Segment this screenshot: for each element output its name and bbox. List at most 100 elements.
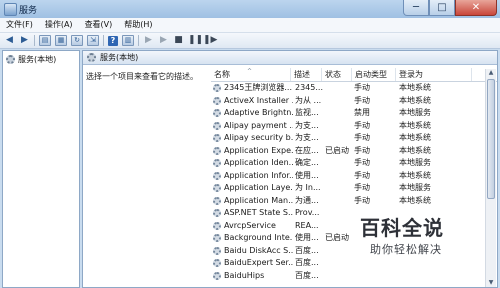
service-logon-cell: 本地系统 — [399, 195, 431, 205]
service-status-cell — [323, 107, 354, 120]
properties-icon[interactable]: ▦ — [55, 35, 67, 46]
tree-item-services-local[interactable]: 服务(本地) — [6, 54, 56, 65]
table-row[interactable]: BaiduHips 百度... — [211, 270, 497, 283]
table-row[interactable]: Adaptive Brightn... 监视... 禁用 本地服务 — [211, 107, 497, 120]
service-description-cell: 为 In... — [295, 183, 321, 192]
table-row[interactable]: Alipay security b... 为支... 手动 本地系统 — [211, 132, 497, 145]
service-description-cell: 为支... — [295, 120, 319, 130]
service-logon-cell: 本地系统 — [399, 170, 431, 180]
service-startup-cell: 禁用 — [354, 108, 370, 117]
service-name: BaiduHips — [224, 270, 265, 280]
service-logon-cell: 本地服务 — [399, 183, 431, 192]
service-gear-icon — [213, 84, 221, 93]
menu-file[interactable]: 文件(F) — [0, 18, 39, 32]
start-paused-icon[interactable]: ▶ — [158, 35, 169, 46]
gear-icon — [6, 55, 15, 64]
service-gear-icon — [213, 196, 221, 205]
scroll-up-icon[interactable]: ▲ — [487, 69, 495, 77]
service-status-cell — [323, 270, 354, 283]
service-name: Application Expe... — [224, 145, 293, 155]
table-row[interactable]: Application Laye... 为 In... 手动 本地服务 — [211, 182, 497, 195]
service-gear-icon — [213, 159, 221, 168]
scroll-down-icon[interactable]: ▼ — [487, 279, 495, 287]
service-name-cell: Application Laye... — [213, 182, 293, 195]
service-status-cell — [323, 95, 354, 108]
table-row[interactable]: Application Expe... 在应... 已启动 手动 本地系统 — [211, 145, 497, 158]
service-name: ASP.NET State S... — [224, 208, 293, 217]
stop-service-icon[interactable]: ■ — [173, 35, 184, 46]
service-name: BaiduExpert Ser... — [224, 258, 293, 267]
service-gear-icon — [213, 171, 221, 180]
service-gear-icon — [213, 184, 221, 193]
service-name-cell: BaiduHips — [213, 270, 293, 283]
start-service-icon[interactable]: ▶ — [143, 35, 154, 46]
service-name: Background Inte... — [224, 233, 293, 242]
column-header-status[interactable]: 状态 — [322, 68, 352, 81]
service-name-cell: Baidu DiskAcc S... — [213, 245, 293, 258]
help-icon[interactable]: ? — [108, 35, 118, 46]
service-gear-icon — [213, 109, 221, 118]
service-name: Adaptive Brightn... — [224, 108, 293, 117]
services-app-icon — [4, 3, 17, 16]
service-startup-cell: 手动 — [354, 95, 370, 105]
restart-service-icon[interactable]: ❚▶ — [203, 35, 217, 46]
column-header-startup-type[interactable]: 启动类型 — [352, 68, 396, 81]
service-gear-icon — [213, 246, 221, 255]
menu-help[interactable]: 帮助(H) — [118, 18, 158, 32]
service-status-cell — [323, 120, 354, 133]
table-row[interactable]: Application Man... 为通... 手动 本地系统 — [211, 195, 497, 208]
service-status-cell — [323, 82, 354, 95]
service-name-cell: AvrcpService — [213, 220, 293, 233]
menu-view[interactable]: 查看(V) — [79, 18, 119, 32]
tree-item-label: 服务(本地) — [18, 55, 57, 64]
service-gear-icon — [213, 209, 221, 218]
service-name-cell: Application Expe... — [213, 145, 293, 158]
toolbar-separator — [103, 35, 104, 46]
service-name: Application Man... — [224, 195, 293, 205]
export-icon[interactable]: ⇲ — [87, 35, 99, 46]
service-logon-cell: 本地系统 — [399, 83, 431, 92]
service-status-cell: 已启动 — [325, 233, 349, 242]
service-status-cell — [323, 220, 354, 233]
service-gear-icon — [213, 146, 221, 155]
table-row[interactable]: Alipay payment ... 为支... 手动 本地系统 — [211, 120, 497, 133]
window-title: 服务 — [19, 6, 38, 16]
maximize-button[interactable]: □ — [429, 0, 455, 16]
service-logon-cell: 本地系统 — [399, 133, 431, 142]
service-description-cell: 使用... — [295, 233, 319, 242]
menu-action[interactable]: 操作(A) — [39, 18, 79, 32]
service-gear-icon — [213, 234, 221, 243]
service-name-cell: ASP.NET State S... — [213, 207, 293, 220]
title-bar: 服务 ─ □ ✕ — [0, 0, 500, 19]
service-name: 2345王牌浏览器... — [224, 83, 292, 92]
watermark-tagline: 助你轻松解决 — [370, 243, 442, 256]
minimize-button[interactable]: ─ — [403, 0, 429, 16]
column-header-name[interactable]: 名称 ^ — [211, 68, 291, 81]
back-arrow-icon[interactable]: ◀ — [4, 35, 15, 46]
forward-arrow-icon[interactable]: ▶ — [19, 35, 30, 46]
table-row[interactable]: Application Iden... 确定... 手动 本地服务 — [211, 157, 497, 170]
service-logon-cell: 本地服务 — [399, 108, 431, 117]
view-icon[interactable]: ▥ — [122, 35, 134, 46]
table-row[interactable]: Application Infor... 使用... 手动 本地系统 — [211, 170, 497, 183]
scrollbar-thumb[interactable] — [487, 79, 495, 199]
service-startup-cell: 手动 — [354, 183, 370, 192]
column-name-label: 名称 — [214, 70, 230, 79]
services-pane-header: 服务(本地) — [83, 51, 497, 65]
service-name-cell: 2345王牌浏览器... — [213, 82, 293, 95]
table-row[interactable]: 2345王牌浏览器... 2345... 手动 本地系统 — [211, 82, 497, 95]
column-header-description[interactable]: 描述 — [291, 68, 322, 81]
column-header-logon-as[interactable]: 登录为 — [396, 68, 472, 81]
service-name-cell: Application Infor... — [213, 170, 293, 183]
service-startup-cell — [352, 270, 398, 283]
service-name: Alipay security b... — [224, 133, 293, 142]
console-tree-icon[interactable]: ▤ — [39, 35, 51, 46]
table-row[interactable]: ActiveX Installer ... 为从 ... 手动 本地系统 — [211, 95, 497, 108]
service-startup-cell: 手动 — [354, 120, 370, 130]
pause-service-icon[interactable]: ❚❚ — [188, 35, 203, 46]
service-logon-cell: 本地系统 — [399, 95, 431, 105]
service-description-cell: REA... — [295, 220, 319, 230]
close-button[interactable]: ✕ — [455, 0, 497, 16]
refresh-icon[interactable]: ↻ — [71, 35, 83, 46]
service-name-cell: Background Inte... — [213, 232, 293, 245]
